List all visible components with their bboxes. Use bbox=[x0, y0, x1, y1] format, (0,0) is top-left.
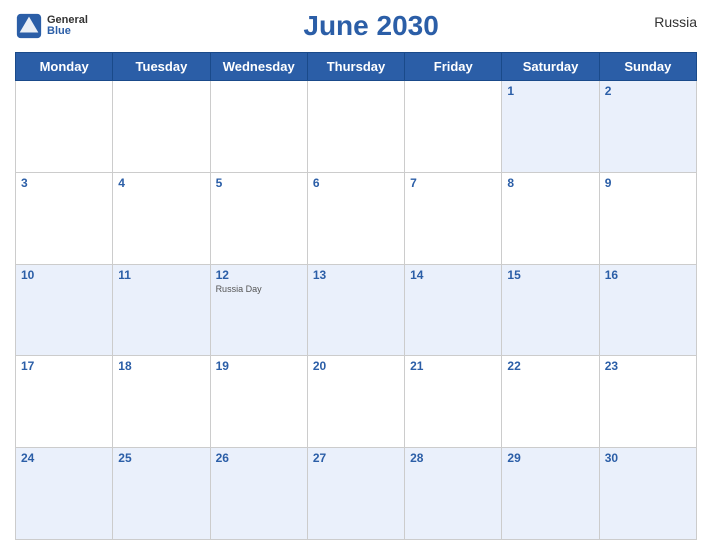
week-row-2: 3456789 bbox=[16, 172, 697, 264]
calendar-cell: 8 bbox=[502, 172, 599, 264]
calendar-cell: 16 bbox=[599, 264, 696, 356]
week-row-3: 10 11 12 Russia Day 13 14 15 16 bbox=[16, 264, 697, 356]
calendar-cell: 22 bbox=[502, 356, 599, 448]
day-number: 7 bbox=[410, 176, 496, 190]
calendar-cell: 14 bbox=[405, 264, 502, 356]
calendar-cell: 29 bbox=[502, 448, 599, 540]
day-number: 9 bbox=[605, 176, 691, 190]
logo: General Blue bbox=[15, 12, 88, 40]
day-number: 18 bbox=[118, 359, 204, 373]
calendar-cell: 27 bbox=[307, 448, 404, 540]
calendar-cell: 25 bbox=[113, 448, 210, 540]
week-row-1: 12 bbox=[16, 81, 697, 173]
col-monday: Monday bbox=[16, 53, 113, 81]
calendar-cell: 26 bbox=[210, 448, 307, 540]
col-friday: Friday bbox=[405, 53, 502, 81]
col-thursday: Thursday bbox=[307, 53, 404, 81]
calendar-cell: 5 bbox=[210, 172, 307, 264]
calendar-cell: 30 bbox=[599, 448, 696, 540]
day-number: 5 bbox=[216, 176, 302, 190]
calendar-cell: 20 bbox=[307, 356, 404, 448]
logo-icon bbox=[15, 12, 43, 40]
day-number: 25 bbox=[118, 451, 204, 465]
day-number: 8 bbox=[507, 176, 593, 190]
day-number: 10 bbox=[21, 268, 107, 282]
col-sunday: Sunday bbox=[599, 53, 696, 81]
calendar-cell: 24 bbox=[16, 448, 113, 540]
col-tuesday: Tuesday bbox=[113, 53, 210, 81]
day-number: 21 bbox=[410, 359, 496, 373]
calendar-cell: 17 bbox=[16, 356, 113, 448]
col-wednesday: Wednesday bbox=[210, 53, 307, 81]
calendar-cell: 7 bbox=[405, 172, 502, 264]
day-number: 12 bbox=[216, 268, 302, 282]
calendar-cell: 21 bbox=[405, 356, 502, 448]
calendar-cell: 28 bbox=[405, 448, 502, 540]
day-number: 23 bbox=[605, 359, 691, 373]
calendar-cell bbox=[210, 81, 307, 173]
calendar-cell: 9 bbox=[599, 172, 696, 264]
day-number: 4 bbox=[118, 176, 204, 190]
day-number: 16 bbox=[605, 268, 691, 282]
calendar-cell: 13 bbox=[307, 264, 404, 356]
calendar-cell bbox=[113, 81, 210, 173]
calendar-title: June 2030 bbox=[303, 10, 438, 42]
calendar-cell: 18 bbox=[113, 356, 210, 448]
day-number: 20 bbox=[313, 359, 399, 373]
calendar-cell: 2 bbox=[599, 81, 696, 173]
week-row-5: 24 25 26 27 28 29 30 bbox=[16, 448, 697, 540]
day-number: 14 bbox=[410, 268, 496, 282]
day-number: 15 bbox=[507, 268, 593, 282]
day-number: 28 bbox=[410, 451, 496, 465]
day-number: 13 bbox=[313, 268, 399, 282]
day-number: 6 bbox=[313, 176, 399, 190]
day-number: 29 bbox=[507, 451, 593, 465]
col-saturday: Saturday bbox=[502, 53, 599, 81]
day-number: 2 bbox=[605, 84, 691, 98]
day-number: 27 bbox=[313, 451, 399, 465]
calendar-cell: 4 bbox=[113, 172, 210, 264]
calendar-cell bbox=[405, 81, 502, 173]
calendar-cell: 3 bbox=[16, 172, 113, 264]
day-number: 11 bbox=[118, 268, 204, 282]
calendar-table: Monday Tuesday Wednesday Thursday Friday… bbox=[15, 52, 697, 540]
calendar-cell: 1 bbox=[502, 81, 599, 173]
calendar-cell bbox=[16, 81, 113, 173]
day-number: 26 bbox=[216, 451, 302, 465]
calendar-cell: 15 bbox=[502, 264, 599, 356]
calendar-cell: 23 bbox=[599, 356, 696, 448]
calendar-cell: 6 bbox=[307, 172, 404, 264]
day-number: 3 bbox=[21, 176, 107, 190]
day-number: 24 bbox=[21, 451, 107, 465]
day-number: 17 bbox=[21, 359, 107, 373]
calendar-cell: 11 bbox=[113, 264, 210, 356]
day-number: 30 bbox=[605, 451, 691, 465]
day-number: 22 bbox=[507, 359, 593, 373]
calendar-cell bbox=[307, 81, 404, 173]
country-label: Russia bbox=[654, 14, 697, 30]
calendar-cell: 10 bbox=[16, 264, 113, 356]
logo-blue-text: Blue bbox=[47, 26, 88, 37]
calendar-cell: 12 Russia Day bbox=[210, 264, 307, 356]
holiday-label: Russia Day bbox=[216, 284, 302, 294]
day-number: 1 bbox=[507, 84, 593, 98]
calendar-cell: 19 bbox=[210, 356, 307, 448]
day-number: 19 bbox=[216, 359, 302, 373]
calendar-header: General Blue June 2030 Russia bbox=[15, 10, 697, 42]
weekday-header-row: Monday Tuesday Wednesday Thursday Friday… bbox=[16, 53, 697, 81]
week-row-4: 17 18 19 20 21 22 23 bbox=[16, 356, 697, 448]
